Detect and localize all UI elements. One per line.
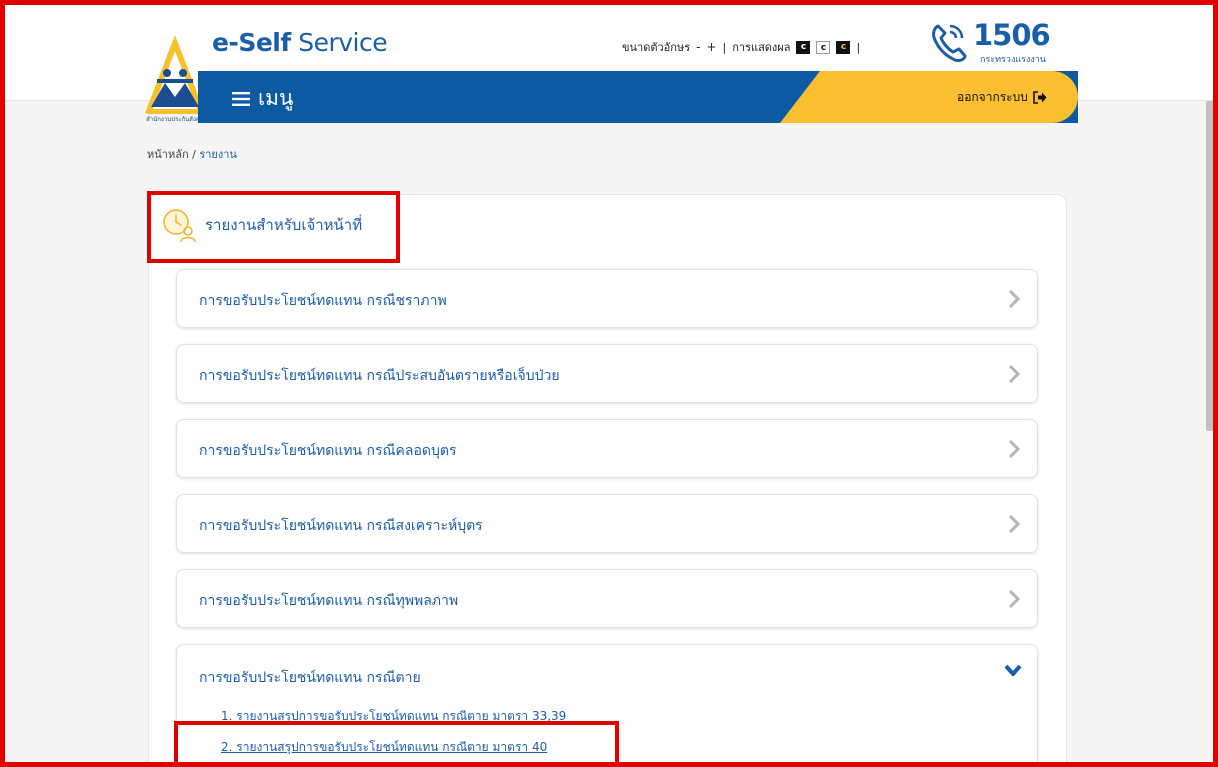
card-title: รายงานสำหรับเจ้าหน้าที่ — [161, 207, 362, 243]
scrollbar-thumb[interactable] — [1206, 101, 1216, 431]
accordion-label: การขอรับประโยชน์ทดแทน กรณีชราภาพ — [199, 293, 447, 309]
brand-title: e-Self Service — [212, 28, 388, 57]
accordion-label: การขอรับประโยชน์ทดแทน กรณีตาย — [199, 670, 421, 686]
sign-out-icon — [1033, 91, 1047, 104]
accordion-label: การขอรับประโยชน์ทดแทน กรณีทุพพลภาพ — [199, 593, 459, 609]
menu-label: เมนู — [258, 86, 294, 110]
logout-label: ออกจากระบบ — [957, 90, 1028, 104]
hamburger-icon — [232, 91, 250, 106]
hotline[interactable]: 1506 กระทรวงแรงงาน — [928, 18, 1051, 68]
separator: | — [856, 40, 861, 54]
hotline-number: 1506 — [973, 18, 1051, 52]
accessibility-toolbar: ขนาดตัวอักษร - + | การแสดงผล c c c | — [622, 38, 860, 56]
contrast-light-button[interactable]: c — [816, 40, 831, 54]
breadcrumb-separator: / — [188, 148, 200, 161]
accordion-item[interactable]: การขอรับประโยชน์ทดแทน กรณีประสบอันตรายหร… — [176, 344, 1038, 403]
accordion-label: การขอรับประโยชน์ทดแทน กรณีประสบอันตรายหร… — [199, 368, 560, 384]
chevron-right-icon — [1008, 439, 1021, 459]
brand-bold: e-Self — [212, 28, 291, 57]
font-decrease-button[interactable]: - — [696, 40, 700, 54]
accordion-item[interactable]: การขอรับประโยชน์ทดแทน กรณีสงเคราะห์บุตร — [176, 494, 1038, 553]
breadcrumb: หน้าหลัก / รายงาน — [147, 145, 237, 163]
phone-icon — [932, 24, 967, 62]
accordion-label: การขอรับประโยชน์ทดแทน กรณีสงเคราะห์บุตร — [199, 518, 483, 534]
display-label: การแสดงผล — [732, 41, 791, 54]
menu-bar — [198, 71, 1078, 123]
page: สำนักงานประกันสังคม e-Self Service ขนาดต… — [0, 0, 1218, 767]
chevron-right-icon — [1008, 364, 1021, 384]
logout-button[interactable]: ออกจากระบบ — [957, 88, 1047, 107]
card-title-text: รายงานสำหรับเจ้าหน้าที่ — [205, 216, 363, 234]
breadcrumb-home[interactable]: หน้าหลัก — [147, 148, 189, 161]
accordion-item[interactable]: การขอรับประโยชน์ทดแทน กรณีคลอดบุตร — [176, 419, 1038, 478]
contrast-yellow-button[interactable]: c — [836, 40, 851, 54]
separator: | — [722, 40, 727, 54]
accordion-item-open[interactable]: การขอรับประโยชน์ทดแทน กรณีตาย 1. รายงานส… — [176, 644, 1038, 767]
chevron-right-icon — [1008, 589, 1021, 609]
font-increase-button[interactable]: + — [706, 40, 716, 54]
menu-button[interactable]: เมนู — [232, 82, 293, 115]
report-link-40[interactable]: 2. รายงานสรุปการขอรับประโยชน์ทดแทน กรณีต… — [221, 738, 547, 757]
brand-light: Service — [290, 28, 388, 57]
clock-user-icon — [163, 209, 196, 243]
breadcrumb-current: รายงาน — [199, 148, 237, 161]
font-size-label: ขนาดตัวอักษร — [622, 41, 691, 54]
hotline-subtitle: กระทรวงแรงงาน — [980, 55, 1046, 65]
accordion-label: การขอรับประโยชน์ทดแทน กรณีคลอดบุตร — [199, 443, 457, 459]
accordion-item[interactable]: การขอรับประโยชน์ทดแทน กรณีชราภาพ — [176, 269, 1038, 328]
accordion-item[interactable]: การขอรับประโยชน์ทดแทน กรณีทุพพลภาพ — [176, 569, 1038, 628]
report-link-33-39[interactable]: 1. รายงานสรุปการขอรับประโยชน์ทดแทน กรณีต… — [221, 707, 566, 726]
chevron-down-icon[interactable] — [1003, 663, 1023, 679]
chevron-right-icon — [1008, 289, 1021, 309]
chevron-right-icon — [1008, 514, 1021, 534]
contrast-dark-button[interactable]: c — [796, 40, 811, 54]
